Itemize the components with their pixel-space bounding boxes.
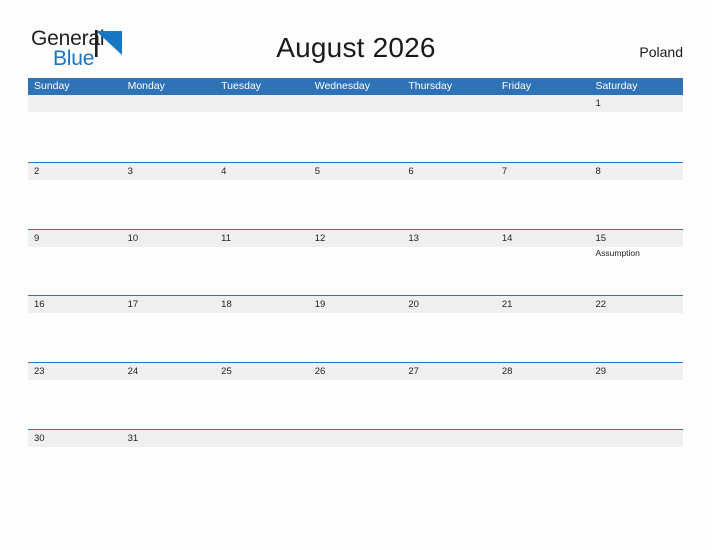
calendar-grid: Sunday Monday Tuesday Wednesday Thursday… [28,78,683,496]
day-number: 23 [34,366,45,378]
day-number: 14 [501,232,513,244]
day-cell[interactable]: 7 [496,163,590,229]
weekday-header-tuesday: Tuesday [221,80,262,93]
day-number: 20 [408,299,419,311]
day-number: 30 [34,432,45,444]
day-number: 5 [314,165,321,177]
country-label: Poland [639,44,683,60]
day-cell[interactable]: 3 [122,163,216,229]
day-number: 19 [314,299,326,311]
day-cell[interactable]: 29 [589,363,683,429]
calendar-week-row: 16 17 18 19 20 21 22 [28,295,683,362]
calendar-week-row: 9 10 11 12 13 14 15 Assumption [28,228,683,296]
day-cell-empty [28,95,122,162]
day-cell[interactable]: 16 [28,296,122,362]
calendar-week-row: 2 3 4 5 6 7 8 [28,161,683,229]
day-number: 16 [34,299,45,311]
day-cell[interactable]: 31 [122,430,216,496]
day-cell-empty [589,430,683,496]
day-number: 17 [127,299,139,311]
day-cell[interactable]: 4 [215,163,309,229]
day-cell-empty [215,430,309,496]
day-number: 2 [34,165,40,177]
weekday-header-wednesday: Wednesday [314,80,370,93]
page-title: August 2026 [276,32,436,63]
weekday-header-monday: Monday [127,80,165,93]
day-cell-empty [309,95,403,162]
day-cell[interactable]: 13 [402,230,496,296]
day-cell[interactable]: 20 [402,296,496,362]
day-cell[interactable]: 6 [402,163,496,229]
day-number: 4 [221,165,227,177]
day-cell-empty [309,430,403,496]
day-cell[interactable]: 10 [122,230,216,296]
calendar-week-row: 1 [28,95,683,162]
day-number: 25 [221,366,232,378]
day-number: 15 [595,232,607,244]
day-number: 12 [314,232,326,244]
day-cell[interactable]: 9 [28,230,122,296]
day-cell[interactable]: 12 [309,230,403,296]
day-cell[interactable]: 2 [28,163,122,229]
day-number: 28 [501,366,513,378]
day-number: 27 [408,366,419,378]
weekday-header-friday: Friday [501,80,532,93]
day-cell[interactable]: 15 Assumption [589,230,683,296]
day-cell[interactable]: 5 [309,163,403,229]
day-cell[interactable]: 14 [496,230,590,296]
day-cell-empty [402,95,496,162]
weekday-header-row: Sunday Monday Tuesday Wednesday Thursday… [28,78,683,95]
day-cell[interactable]: 30 [28,430,122,496]
day-cell[interactable]: 19 [309,296,403,362]
calendar-week-row: 30 31 [28,428,683,496]
weekday-header-thursday: Thursday [408,80,453,93]
day-cell-empty [496,95,590,162]
calendar-week-row: 23 24 25 26 27 28 29 [28,362,683,429]
holiday-label: Assumption [595,247,640,258]
day-number: 9 [34,232,40,244]
day-number: 24 [127,366,139,378]
day-cell-empty [215,95,309,162]
day-number: 29 [595,366,607,378]
day-number: 10 [127,232,139,244]
day-cell[interactable]: 28 [496,363,590,429]
day-cell[interactable]: 22 [589,296,683,362]
day-cell[interactable]: 23 [28,363,122,429]
day-number: 18 [221,299,232,311]
day-number: 21 [501,299,513,311]
day-number: 1 [595,98,601,109]
day-cell-empty [496,430,590,496]
day-cell[interactable]: 25 [215,363,309,429]
day-cell[interactable]: 8 [589,163,683,229]
day-cell[interactable]: 27 [402,363,496,429]
day-cell[interactable]: 18 [215,296,309,362]
day-cell[interactable]: 17 [122,296,216,362]
day-number: 13 [408,232,419,244]
day-cell[interactable]: 1 [589,95,683,162]
day-cell[interactable]: 24 [122,363,216,429]
day-number: 7 [501,165,508,177]
day-cell-empty [122,95,216,162]
day-cell-empty [402,430,496,496]
day-cell[interactable]: 26 [309,363,403,429]
day-number: 22 [595,299,607,311]
day-number: 11 [221,232,232,244]
day-cell[interactable]: 11 [215,230,309,296]
weekday-header-saturday: Saturday [595,80,638,93]
day-number: 26 [314,366,326,378]
page-header: General Blue August 2026 Poland [0,0,712,69]
day-number: 6 [408,165,414,177]
day-number: 3 [127,165,133,177]
day-number: 31 [127,432,139,444]
day-number: 8 [595,165,601,177]
weekday-header-sunday: Sunday [34,80,70,93]
day-cell[interactable]: 21 [496,296,590,362]
calendar-weeks: 1 2 3 4 5 6 7 8 9 10 11 12 13 14 15 Assumption 16 17 18 19 2… [28,95,683,496]
